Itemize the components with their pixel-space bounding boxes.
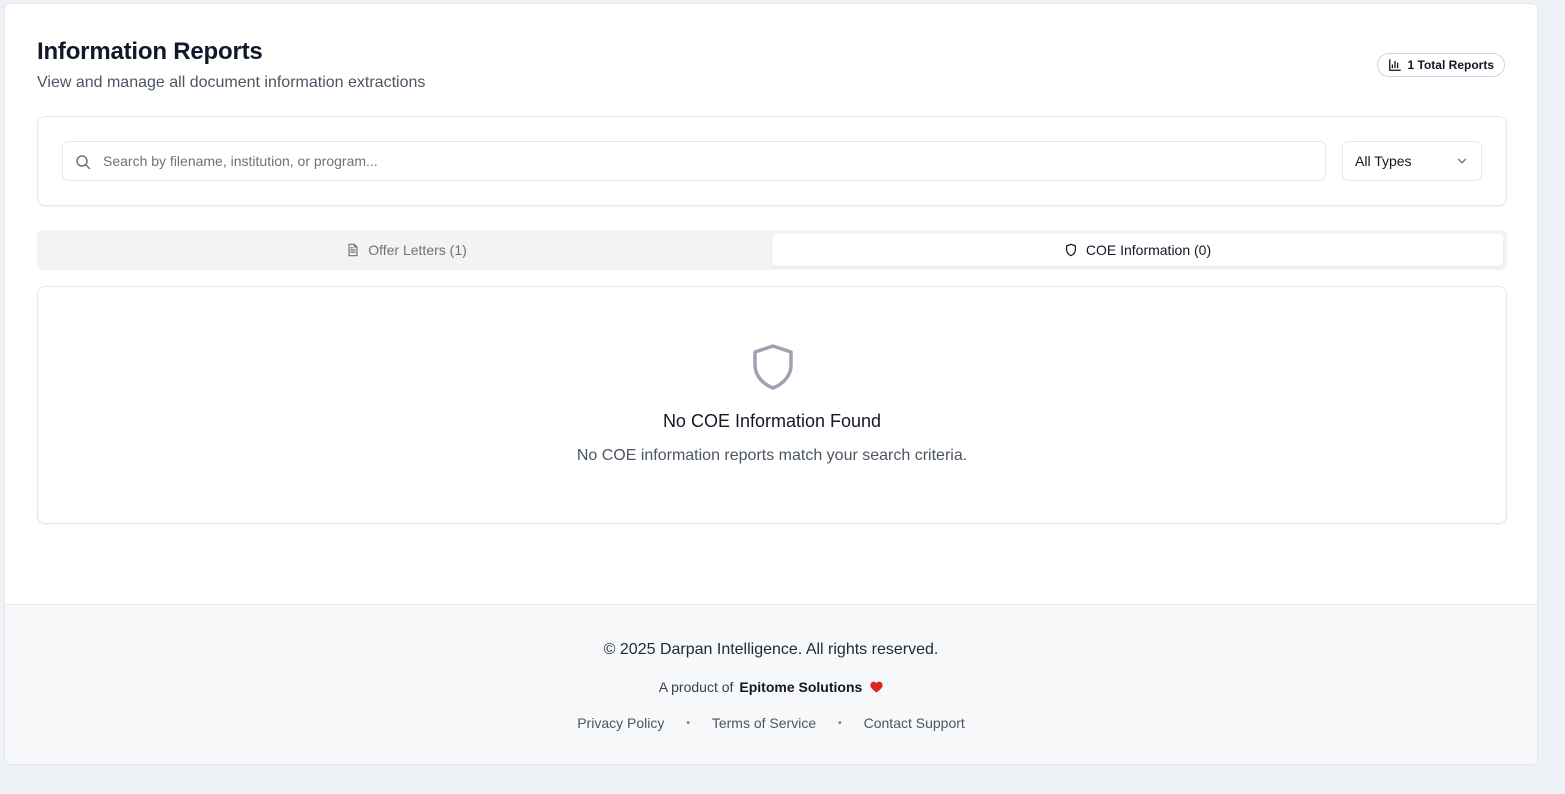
footer-product-line: A product of Epitome Solutions — [5, 679, 1537, 695]
footer-copyright: © 2025 Darpan Intelligence. All rights r… — [603, 641, 939, 658]
filter-card: All Types — [37, 116, 1507, 206]
report-tabs: Offer Letters (1) COE Information (0) — [37, 230, 1507, 270]
heart-icon — [870, 681, 883, 693]
page-container: Information Reports View and manage all … — [4, 3, 1538, 765]
privacy-policy-link[interactable]: Privacy Policy — [577, 715, 664, 731]
tab-offer-letters-label: Offer Letters (1) — [368, 242, 467, 258]
footer-separator: • — [686, 717, 690, 729]
page-header: Information Reports View and manage all … — [37, 38, 1505, 98]
footer-separator: • — [838, 717, 842, 729]
product-prefix: A product of — [658, 679, 734, 695]
total-reports-label: 1 Total Reports — [1407, 58, 1494, 72]
tab-offer-letters[interactable]: Offer Letters (1) — [41, 234, 772, 266]
type-filter-select[interactable]: All Types — [1342, 141, 1482, 181]
search-box — [62, 141, 1326, 181]
footer-links: Privacy Policy • Terms of Service • Cont… — [5, 715, 1537, 731]
empty-state-card: No COE Information Found No COE informat… — [37, 286, 1507, 524]
terms-of-service-link[interactable]: Terms of Service — [712, 715, 816, 731]
file-text-icon — [348, 243, 358, 257]
empty-state-message: No COE information reports match your se… — [576, 447, 968, 464]
search-icon — [76, 155, 91, 170]
empty-state-title: No COE Information Found — [662, 411, 882, 431]
search-input[interactable] — [63, 142, 1325, 180]
type-filter-value: All Types — [1355, 153, 1412, 169]
tab-coe-information[interactable]: COE Information (0) — [772, 234, 1503, 266]
chevron-down-icon — [1457, 158, 1467, 164]
bar-chart-icon — [1388, 59, 1401, 71]
shield-icon — [753, 344, 793, 390]
shield-icon — [1065, 243, 1076, 257]
page-subtitle: View and manage all document information… — [37, 74, 426, 91]
page-title: Information Reports — [37, 38, 263, 65]
total-reports-badge: 1 Total Reports — [1376, 53, 1505, 77]
product-brand: Epitome Solutions — [739, 679, 863, 695]
tab-coe-information-label: COE Information (0) — [1085, 242, 1212, 258]
contact-support-link[interactable]: Contact Support — [864, 715, 965, 731]
footer: © 2025 Darpan Intelligence. All rights r… — [5, 604, 1537, 764]
